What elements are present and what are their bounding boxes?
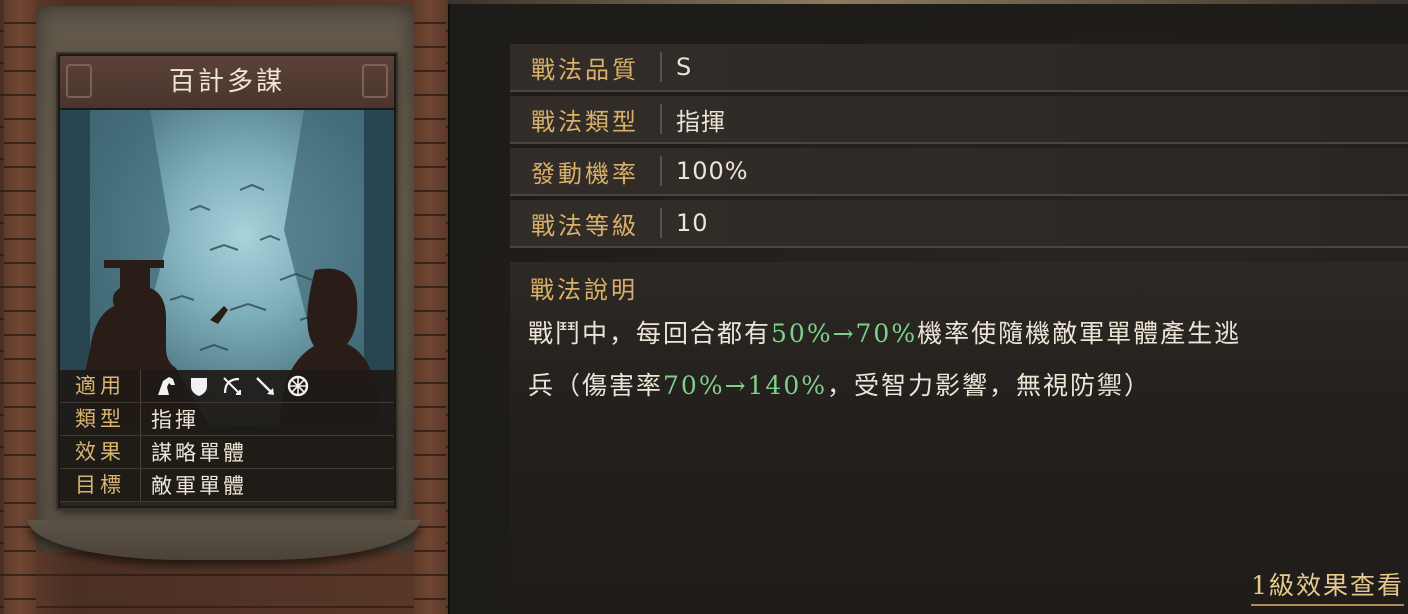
description-line-1: 戰鬥中，每回合都有50%→70%機率使隨機敵軍單體產生逃	[528, 308, 1388, 360]
archer-icon	[221, 375, 243, 397]
panel-top-border	[448, 0, 1408, 4]
attr-value: 指揮	[151, 408, 199, 432]
attr-value: 敵軍單體	[151, 474, 247, 498]
level-1-effect-link[interactable]: 1級效果查看	[1251, 566, 1404, 606]
desc-text-segment: 機率使隨機敵軍單體產生逃	[917, 319, 1242, 348]
desc-text-segment: 兵（傷害率	[528, 371, 664, 400]
description-line-2: 兵（傷害率70%→140%，受智力影響，無視防禦）	[528, 360, 1388, 412]
cavalry-icon	[155, 375, 177, 397]
card-title: 百計多謀	[168, 67, 285, 97]
wheel-icon	[287, 375, 309, 397]
attr-row-applicable: 適用	[60, 370, 394, 403]
unit-icons	[141, 375, 309, 397]
info-row-type: 戰法類型 指揮	[510, 96, 1408, 144]
info-key: 戰法類型	[531, 107, 639, 136]
desc-text-segment: ，受智力影響，無視防禦）	[827, 371, 1152, 400]
desc-highlight: 70%→140%	[663, 371, 828, 400]
card-title-bar: 百計多謀	[60, 56, 394, 110]
desc-highlight: 50%→70%	[771, 319, 918, 348]
attr-key: 類型	[60, 403, 141, 435]
desc-text-segment: 戰鬥中，每回合都有	[528, 319, 772, 348]
info-key: 戰法品質	[531, 55, 639, 84]
spear-icon	[254, 375, 276, 397]
tactic-card: 百計多謀 適用 類型 指揮 效果 謀略單體 目標 敵軍單體	[58, 54, 396, 508]
attr-row-target: 目標 敵軍單體	[60, 469, 394, 502]
info-row-level: 戰法等級 10	[510, 200, 1408, 248]
attr-row-type: 類型 指揮	[60, 403, 394, 436]
attr-key: 效果	[60, 436, 141, 468]
description-title: 戰法說明	[530, 276, 638, 304]
description-text: 戰鬥中，每回合都有50%→70%機率使隨機敵軍單體產生逃 兵（傷害率70%→14…	[528, 308, 1388, 412]
info-key: 發動機率	[531, 159, 639, 188]
info-key: 戰法等級	[531, 211, 639, 240]
attr-key: 適用	[60, 370, 141, 402]
info-value: 100%	[676, 157, 749, 185]
attr-value: 謀略單體	[151, 441, 247, 465]
attr-key: 目標	[60, 469, 141, 501]
info-row-trigger-rate: 發動機率 100%	[510, 148, 1408, 196]
card-attribute-table: 適用 類型 指揮 效果 謀略單體 目標 敵軍單體	[60, 370, 394, 502]
shield-icon	[188, 375, 210, 397]
info-row-quality: 戰法品質 S	[510, 44, 1408, 92]
info-value: 10	[676, 209, 709, 237]
attr-row-effect: 效果 謀略單體	[60, 436, 394, 469]
info-value: S	[676, 53, 693, 81]
info-value: 指揮	[676, 107, 726, 136]
